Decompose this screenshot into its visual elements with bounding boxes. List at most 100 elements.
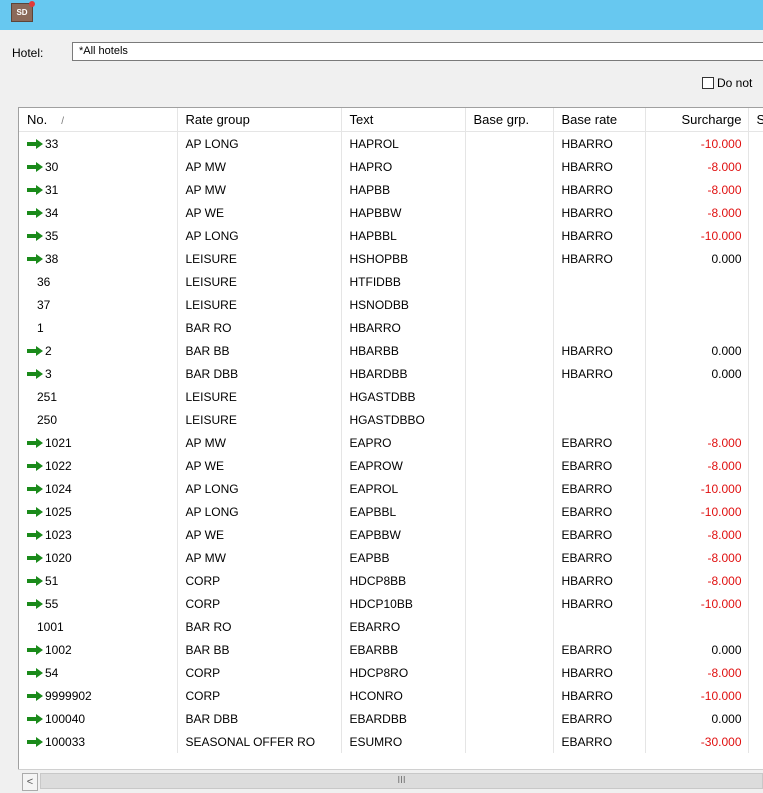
cell-su <box>748 270 763 293</box>
scroll-thumb[interactable]: III <box>40 773 763 789</box>
table-row[interactable]: 1020 AP MW EAPBB EBARRO -8.000 <box>19 546 763 569</box>
cell-text-value: EBARBB <box>349 642 399 657</box>
table-row[interactable]: 100040 BAR DBB EBARDBB EBARRO 0.000 <box>19 707 763 730</box>
table-row[interactable]: 38 LEISURE HSHOPBB HBARRO 0.000 <box>19 247 763 270</box>
cell-no: 54 <box>19 661 178 684</box>
cell-su <box>748 362 763 385</box>
scroll-left-button[interactable]: < <box>22 773 38 791</box>
cell-text-value: HCONRO <box>349 688 403 703</box>
table-row[interactable]: 1021 AP MW EAPRO EBARRO -8.000 <box>19 431 763 454</box>
column-header-text[interactable]: Text <box>341 108 466 132</box>
cell-su <box>748 592 763 615</box>
cell-base-rate-value: HBARRO <box>561 573 613 588</box>
cell-base-rate-value: EBARRO <box>561 734 613 749</box>
cell-su <box>748 500 763 523</box>
cell-surcharge <box>645 316 749 339</box>
cell-text: HDCP8BB <box>341 569 466 592</box>
column-header-base-grp[interactable]: Base grp. <box>465 108 554 132</box>
cell-rate-group-value: CORP <box>185 665 221 680</box>
column-header-no[interactable]: No. / <box>19 108 178 132</box>
cell-no: 31 <box>19 178 178 201</box>
table-row[interactable]: 2 BAR BB HBARBB HBARRO 0.000 <box>19 339 763 362</box>
table-row[interactable]: 3 BAR DBB HBARDBB HBARRO 0.000 <box>19 362 763 385</box>
cell-no-value: 1024 <box>45 481 72 496</box>
app-icon[interactable]: SD <box>11 1 35 22</box>
hotel-select[interactable]: *All hotels <box>72 42 763 61</box>
table-row[interactable]: 33 AP LONG HAPROL HBARRO -10.000 <box>19 131 763 155</box>
cell-surcharge-value: -8.000 <box>707 665 742 680</box>
cell-base-rate-value: HBARRO <box>561 343 613 358</box>
do-not-label: Do not <box>717 76 753 90</box>
cell-surcharge: -8.000 <box>645 178 749 201</box>
table-row[interactable]: 1023 AP WE EAPBBW EBARRO -8.000 <box>19 523 763 546</box>
table-row[interactable]: 34 AP WE HAPBBW HBARRO -8.000 <box>19 201 763 224</box>
cell-surcharge: 0.000 <box>645 247 749 270</box>
cell-rate-group: AP MW <box>177 431 342 454</box>
cell-surcharge-value: 0.000 <box>711 642 742 657</box>
cell-surcharge <box>645 615 749 638</box>
cell-no-value: 54 <box>45 665 59 680</box>
column-header-base-rate[interactable]: Base rate <box>553 108 646 132</box>
cell-rate-group-value: LEISURE <box>185 251 237 266</box>
cell-rate-group-value: LEISURE <box>185 389 237 404</box>
cell-no: 51 <box>19 569 178 592</box>
table-row[interactable]: 51 CORP HDCP8BB HBARRO -8.000 <box>19 569 763 592</box>
table-row[interactable]: 55 CORP HDCP10BB HBARRO -10.000 <box>19 592 763 615</box>
cell-base-rate <box>553 385 646 408</box>
app-icon-badge <box>29 1 35 7</box>
cell-no: 38 <box>19 247 178 270</box>
cell-su <box>748 408 763 431</box>
table-row[interactable]: 35 AP LONG HAPBBL HBARRO -10.000 <box>19 224 763 247</box>
cell-no: 250 <box>19 408 178 431</box>
cell-text-value: EAPBB <box>349 550 390 565</box>
table-row[interactable]: 36 LEISURE HTFIDBB <box>19 270 763 293</box>
table-row[interactable]: 37 LEISURE HSNODBB <box>19 293 763 316</box>
cell-su <box>748 730 763 753</box>
table-row[interactable]: 250 LEISURE HGASTDBBO <box>19 408 763 431</box>
column-header-surcharge[interactable]: Surcharge <box>645 108 749 132</box>
table-row[interactable]: 9999902 CORP HCONRO HBARRO -10.000 <box>19 684 763 707</box>
cell-rate-group: BAR DBB <box>177 707 342 730</box>
table-row[interactable]: 1001 BAR RO EBARRO <box>19 615 763 638</box>
column-header-rate-group[interactable]: Rate group <box>177 108 342 132</box>
do-not-checkbox[interactable] <box>702 77 714 89</box>
cell-rate-group-value: CORP <box>185 596 221 611</box>
cell-no-value: 33 <box>45 136 59 151</box>
cell-text: EBARRO <box>341 615 466 638</box>
cell-no: 1001 <box>19 615 178 638</box>
table-row[interactable]: 30 AP MW HAPRO HBARRO -8.000 <box>19 155 763 178</box>
table-row[interactable]: 1022 AP WE EAPROW EBARRO -8.000 <box>19 454 763 477</box>
cell-text: HAPRO <box>341 155 466 178</box>
horizontal-scrollbar[interactable]: < III <box>18 769 763 793</box>
cell-rate-group-value: BAR RO <box>185 320 232 335</box>
cell-surcharge-value: -10.000 <box>700 228 742 243</box>
cell-base-rate-value: EBARRO <box>561 481 613 496</box>
cell-no-value: 100033 <box>45 734 86 749</box>
cell-rate-group: CORP <box>177 684 342 707</box>
cell-surcharge: 0.000 <box>645 638 749 661</box>
cell-base-grp <box>465 385 554 408</box>
cell-no: 2 <box>19 339 178 362</box>
cell-base-grp <box>465 684 554 707</box>
table-row[interactable]: 1002 BAR BB EBARBB EBARRO 0.000 <box>19 638 763 661</box>
cell-base-grp <box>465 201 554 224</box>
cell-base-rate: HBARRO <box>553 592 646 615</box>
cell-su <box>748 615 763 638</box>
table-row[interactable]: 1025 AP LONG EAPBBL EBARRO -10.000 <box>19 500 763 523</box>
table-row[interactable]: 100033 SEASONAL OFFER RO ESUMRO EBARRO -30.0… <box>19 730 763 753</box>
table-row[interactable]: 1024 AP LONG EAPROL EBARRO -10.000 <box>19 477 763 500</box>
do-not-option[interactable]: Do not <box>702 76 752 90</box>
table-row[interactable]: 54 CORP HDCP8RO HBARRO -8.000 <box>19 661 763 684</box>
table-row[interactable]: 1 BAR RO HBARRO <box>19 316 763 339</box>
cell-rate-group-value: BAR DBB <box>185 366 239 381</box>
cell-text-value: EAPROW <box>349 458 403 473</box>
column-header-su[interactable]: Su <box>748 108 763 132</box>
cell-no: 3 <box>19 362 178 385</box>
column-header-no-label: No. <box>27 112 48 127</box>
table-row[interactable]: 31 AP MW HAPBB HBARRO -8.000 <box>19 178 763 201</box>
cell-text-value: HAPROL <box>349 136 399 151</box>
cell-surcharge-value: -10.000 <box>700 136 742 151</box>
rates-grid[interactable]: No. / Rate group Text Base grp. Base rate… <box>18 107 763 770</box>
cell-text: EAPBB <box>341 546 466 569</box>
table-row[interactable]: 251 LEISURE HGASTDBB <box>19 385 763 408</box>
